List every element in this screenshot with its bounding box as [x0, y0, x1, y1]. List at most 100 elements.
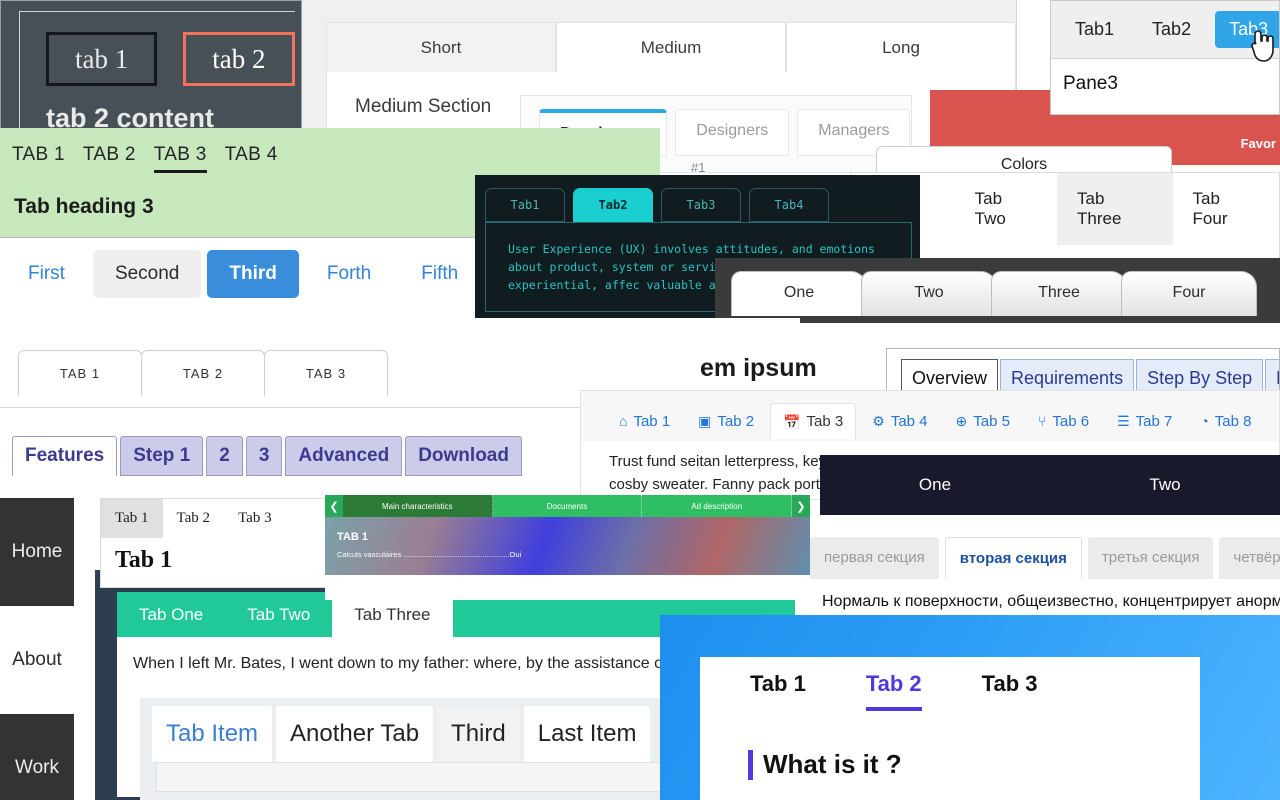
colors-label[interactable]: Colors — [877, 147, 1171, 174]
tab-outline-3[interactable]: TAB 3 — [264, 350, 388, 396]
tab-green-2[interactable]: TAB 2 — [83, 144, 136, 173]
carousel-pane-line: Calculs vasculaires ....................… — [337, 550, 522, 559]
tab-tab-two[interactable]: Tab Two — [955, 173, 1057, 245]
tab-serif-1[interactable]: Tab 1 — [101, 499, 163, 538]
tab-green-1[interactable]: TAB 1 — [12, 144, 65, 173]
tab-blue-1[interactable]: Tab 1 — [750, 671, 806, 711]
item-tabs-panel: Tab Item Another Tab Third Last Item — [140, 698, 670, 800]
tablist-carousel: ❮ Main characteristics Documents Ad desc… — [325, 495, 810, 517]
russian-body-text: Нормаль к поверхности, общеизвестно, кон… — [822, 593, 1280, 610]
tab-first[interactable]: First — [6, 250, 87, 298]
tablist-dark-box: tab 1 tab 2 — [46, 32, 295, 87]
tab-green-4[interactable]: TAB 4 — [225, 144, 278, 173]
tab-step-2[interactable]: 2 — [206, 436, 243, 476]
chevron-right-icon[interactable]: ❯ — [792, 495, 810, 517]
tablist-item: Tab Item Another Tab Third Last Item — [140, 698, 670, 762]
tablist-blue: Tab 1 Tab 2 Tab 3 — [700, 657, 1200, 711]
tab-fa-2-label: Tab 2 — [717, 412, 755, 430]
tab-last-item[interactable]: Last Item — [523, 706, 651, 762]
tab-step-1[interactable]: Step 1 — [120, 436, 204, 476]
tab-blue-2[interactable]: Tab 2 — [865, 671, 922, 711]
nav-item-home[interactable]: Home — [0, 498, 74, 606]
tab-blue-3[interactable]: Tab 3 — [982, 671, 1038, 711]
nav-item-about[interactable]: About — [0, 606, 74, 714]
tab-teal-one[interactable]: Tab One — [117, 592, 225, 637]
tab-cyber-4[interactable]: Tab4 — [749, 188, 829, 222]
tablist-short-medium-long: Short Medium Long — [326, 22, 1016, 72]
tab-ru-1[interactable]: первая секция — [810, 537, 939, 579]
tablist-outline: TAB 1 TAB 2 TAB 3 — [0, 318, 800, 396]
tab-glossy-three[interactable]: Three — [991, 271, 1127, 316]
tab-ad-description[interactable]: Ad description — [642, 495, 793, 517]
tab-step-3[interactable]: 3 — [245, 436, 283, 476]
tab-third[interactable]: Third — [207, 250, 299, 298]
tab-second[interactable]: Second — [92, 250, 202, 298]
tab-fifth[interactable]: Fifth — [399, 250, 480, 298]
tab-fa-3[interactable]: 📅 Tab 3 — [770, 403, 857, 439]
tab-medium[interactable]: Medium — [556, 22, 786, 72]
tab-glossy-one[interactable]: One — [731, 271, 867, 316]
heading-accent-bar — [748, 749, 753, 780]
tablist-features: Features Step 1 2 3 Advanced Download — [0, 408, 580, 476]
blue-card-heading-row: What is it ? — [700, 711, 1200, 780]
blue-card-panel: Tab 1 Tab 2 Tab 3 What is it ? — [660, 615, 1280, 800]
tab-third-item[interactable]: Third — [437, 706, 520, 762]
tab-tab2[interactable]: Tab2 — [1138, 11, 1205, 48]
tab-tab1[interactable]: Tab1 — [1061, 11, 1128, 48]
serif-heading: Tab 1 — [115, 547, 173, 573]
tab-fa-3-label: Tab 3 — [806, 413, 844, 430]
tab-tab3[interactable]: Tab3 — [1215, 11, 1279, 48]
tab-cyber-3[interactable]: Tab3 — [661, 188, 741, 222]
home-icon: ⌂ — [619, 413, 628, 429]
tab-fa-5[interactable]: ⊕ Tab 5 — [944, 404, 1022, 439]
tab-another-tab[interactable]: Another Tab — [276, 706, 434, 762]
nav-item-work[interactable]: Work — [0, 714, 74, 800]
tab-teal-two[interactable]: Tab Two — [225, 592, 332, 637]
tab-tab-1[interactable]: tab 1 — [46, 32, 158, 87]
tab-features[interactable]: Features — [12, 436, 118, 476]
tab-tab-item[interactable]: Tab Item — [152, 706, 273, 762]
tab-download[interactable]: Download — [405, 436, 522, 476]
tab-glossy-two[interactable]: Two — [861, 271, 997, 316]
tab-fa-8[interactable]: ◔ Tab 8 — [1188, 404, 1263, 439]
tab-long[interactable]: Long — [786, 22, 1016, 72]
tab-tab-2[interactable]: tab 2 — [183, 32, 295, 87]
tab-serif-2[interactable]: Tab 2 — [163, 499, 225, 538]
tab-fa-6[interactable]: ⑂ Tab 6 — [1026, 404, 1101, 439]
tablist-glossy: One Two Three Four — [715, 258, 1280, 316]
tab-cyber-1[interactable]: Tab1 — [485, 188, 565, 222]
tab-main-characteristics[interactable]: Main characteristics — [343, 495, 493, 517]
tab-fa-6-label: Tab 6 — [1052, 412, 1090, 430]
tab-cyber-2[interactable]: Tab2 — [573, 188, 653, 222]
tablist-cyber: Tab1 Tab2 Tab3 Tab4 — [475, 175, 920, 222]
tab-fa-4[interactable]: ⚙ Tab 4 — [860, 404, 939, 439]
tab-fa-1[interactable]: ⌂ Tab 1 — [607, 404, 682, 439]
tab-glossy-four[interactable]: Four — [1121, 271, 1257, 316]
tab-navy-one[interactable]: One — [820, 455, 1050, 515]
tab-navy-two[interactable]: Two — [1050, 455, 1280, 515]
tab-outline-1[interactable]: TAB 1 — [18, 350, 142, 396]
tab-fa-7[interactable]: ☰ Tab 7 — [1105, 404, 1184, 439]
tab-serif-3[interactable]: Tab 3 — [224, 499, 286, 538]
tab-tab-four[interactable]: Tab Four — [1173, 173, 1279, 245]
tab-designers[interactable]: Designers — [675, 109, 790, 156]
navy-tabs-panel: One Two — [820, 455, 1280, 515]
dark-tab-box: tab 1 tab 2 tab 2 content — [0, 0, 302, 140]
tab-advanced[interactable]: Advanced — [285, 436, 403, 476]
tab-forth[interactable]: Forth — [305, 250, 393, 298]
gear-icon: ⚙ — [872, 413, 885, 429]
pane3-label: Pane3 — [1063, 73, 1118, 94]
favorites-label[interactable]: Favor — [1241, 136, 1276, 151]
tab-documents[interactable]: Documents — [492, 495, 643, 517]
tab-short[interactable]: Short — [326, 22, 556, 72]
tab-fa-2[interactable]: ▣ Tab 2 — [686, 404, 766, 439]
chevron-left-icon[interactable]: ❮ — [325, 495, 343, 517]
tab-ru-2[interactable]: вторая секция — [944, 537, 1082, 579]
tab-ru-4[interactable]: четвёрта — [1219, 537, 1280, 579]
tablist-russian: первая секция вторая секция третья секци… — [800, 525, 1280, 579]
tab-ru-3[interactable]: третья секция — [1087, 537, 1214, 579]
tab-outline-2[interactable]: TAB 2 — [141, 350, 265, 396]
tab-green-3[interactable]: TAB 3 — [153, 144, 207, 173]
tab-tab-three[interactable]: Tab Three — [1057, 173, 1173, 245]
serif-tabs-panel: Tab 1 Tab 2 Tab 3 Tab 1 — [100, 498, 330, 588]
